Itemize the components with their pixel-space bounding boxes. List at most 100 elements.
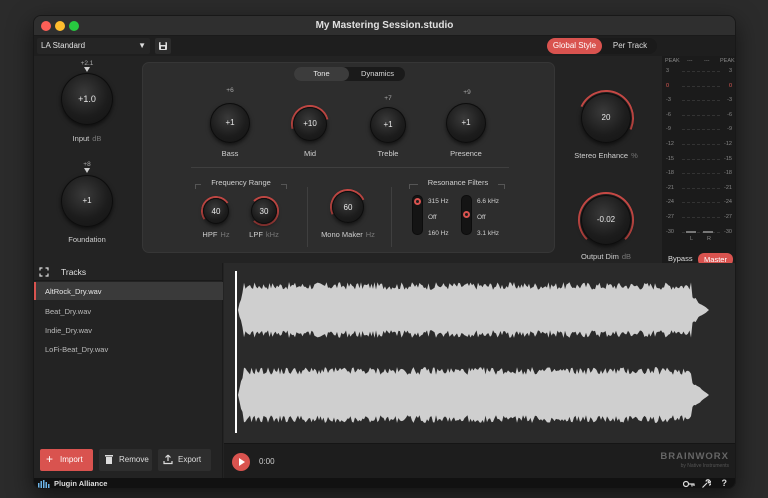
resonance-high-switch[interactable] bbox=[461, 195, 472, 235]
mode-switch: Global Style Per Track bbox=[547, 38, 657, 54]
meter-gridline bbox=[682, 217, 720, 218]
transport-bar: 0:00 BRAINWORX by Native Instruments bbox=[224, 443, 735, 478]
mono-maker-value: 60 bbox=[343, 203, 353, 212]
lpf-unit: kHz bbox=[265, 230, 279, 239]
save-preset-button[interactable] bbox=[155, 38, 171, 54]
meter-scale-right: -27 bbox=[724, 214, 732, 220]
key-icon[interactable] bbox=[683, 480, 695, 488]
tracks-title: Tracks bbox=[61, 267, 87, 277]
export-button[interactable]: Export bbox=[158, 449, 211, 471]
tracks-header: Tracks bbox=[34, 263, 223, 281]
meter-gridline bbox=[682, 129, 720, 131]
meter-scale-right: -9 bbox=[727, 126, 732, 133]
meter-gridline bbox=[682, 85, 720, 87]
presence-label: Presence bbox=[450, 149, 482, 158]
hpf-unit: Hz bbox=[220, 230, 230, 239]
tab-per-track[interactable]: Per Track bbox=[603, 38, 657, 54]
bass-knob[interactable]: +1 bbox=[210, 103, 250, 143]
waveform-display[interactable] bbox=[224, 263, 735, 443]
tab-dynamics[interactable]: Dynamics bbox=[350, 67, 405, 81]
resonance-low-low: 160 Hz bbox=[428, 230, 449, 237]
trash-icon bbox=[105, 455, 113, 464]
mid-knob[interactable]: +10 bbox=[293, 107, 327, 141]
output-dim-knob[interactable]: -0.02 bbox=[581, 195, 631, 245]
resonance-low-switch[interactable] bbox=[412, 195, 423, 235]
meter-gridline bbox=[682, 114, 720, 116]
stereo-enhance-label: Stereo Enhance% bbox=[566, 151, 646, 160]
presence-knob-value: +1 bbox=[461, 118, 471, 127]
output-unit: dB bbox=[621, 252, 632, 261]
meter-right-peak bbox=[703, 231, 713, 233]
expand-icon[interactable] bbox=[39, 267, 49, 277]
meter-scale-left: -3 bbox=[666, 97, 671, 104]
foundation-label: Foundation bbox=[68, 235, 106, 244]
bypass-button[interactable]: Bypass bbox=[668, 254, 693, 263]
hpf-label: HPF Hz bbox=[191, 230, 241, 239]
help-button[interactable]: ? bbox=[722, 478, 728, 488]
meter-scale-left: -12 bbox=[666, 141, 674, 147]
meter-left-channel: L bbox=[690, 236, 694, 242]
title-bar: My Mastering Session.studio bbox=[34, 16, 735, 36]
output-dim-value: -0.02 bbox=[596, 215, 616, 224]
stereo-enhance-value: 20 bbox=[601, 113, 611, 122]
bass-knob-range: +6 bbox=[226, 87, 234, 94]
input-knob[interactable]: +1.0 bbox=[61, 73, 113, 125]
hpf-knob[interactable]: 40 bbox=[203, 198, 229, 224]
meter-right-channel: R bbox=[707, 236, 711, 242]
stereo-unit: % bbox=[631, 151, 638, 160]
resonance-high-high: 6.6 kHz bbox=[477, 198, 500, 205]
import-button[interactable]: + Import bbox=[40, 449, 93, 471]
lpf-knob[interactable]: 30 bbox=[251, 198, 277, 224]
tab-global-style[interactable]: Global Style bbox=[547, 38, 602, 54]
meter-scale-left: -24 bbox=[666, 199, 674, 206]
input-knob-value: +1.0 bbox=[78, 94, 96, 104]
resonance-high-low: 3.1 kHz bbox=[477, 230, 500, 237]
bass-knob-value: +1 bbox=[225, 118, 235, 127]
mono-maker-label: Mono Maker Hz bbox=[313, 230, 383, 239]
playhead[interactable] bbox=[235, 271, 237, 433]
mid-label: Mid bbox=[303, 149, 317, 158]
track-item[interactable]: Indie_Dry.wav bbox=[34, 321, 223, 339]
treble-knob-value: +1 bbox=[383, 120, 393, 129]
presence-knob[interactable]: +1 bbox=[446, 103, 486, 143]
track-item[interactable]: Beat_Dry.wav bbox=[34, 302, 223, 320]
track-item[interactable]: AltRock_Dry.wav bbox=[34, 282, 223, 300]
treble-knob[interactable]: +1 bbox=[370, 107, 406, 143]
play-button[interactable] bbox=[232, 453, 250, 471]
lpf-label-text: LPF bbox=[249, 230, 263, 239]
preset-value: LA Standard bbox=[41, 41, 86, 50]
tab-tone[interactable]: Tone bbox=[294, 67, 349, 81]
mono-maker-knob[interactable]: 60 bbox=[332, 191, 364, 223]
resonance-title: Resonance Filters bbox=[418, 178, 498, 187]
export-label: Export bbox=[178, 455, 202, 464]
track-item[interactable]: LoFi-Beat_Dry.wav bbox=[34, 340, 223, 358]
peak-right-label: PEAK bbox=[720, 58, 735, 64]
waveform-channel bbox=[238, 367, 709, 423]
meter-gridline bbox=[682, 144, 720, 145]
tools-icon[interactable] bbox=[701, 479, 711, 489]
remove-button[interactable]: Remove bbox=[99, 449, 152, 471]
foundation-knob[interactable]: +1 bbox=[61, 175, 113, 227]
meter-scale-right: -30 bbox=[724, 228, 732, 235]
meter-gridline bbox=[682, 202, 720, 204]
foundation-knob-value: +1 bbox=[82, 196, 92, 205]
time-readout: 0:00 bbox=[259, 457, 275, 466]
tracks-panel: Tracks AltRock_Dry.wav Beat_Dry.wav Indi… bbox=[34, 263, 223, 488]
status-bar: Plugin Alliance ? bbox=[34, 478, 735, 489]
lpf-knob-value: 30 bbox=[259, 207, 269, 216]
input-label-text: Input bbox=[72, 134, 90, 143]
level-meters: PEAK --- --- PEAK 3 3 0 0 -3 -3 -6 -6 -9 -9 -12 -12… bbox=[662, 56, 735, 266]
meter-scale-right: -15 bbox=[724, 155, 732, 162]
hpf-label-text: HPF bbox=[202, 230, 218, 239]
meter-gridline bbox=[682, 71, 720, 72]
toolbar: LA Standard ▼ Global Style Per Track bbox=[34, 36, 735, 56]
output-label-text: Output Dim bbox=[580, 252, 619, 261]
peak-left-label: PEAK bbox=[665, 58, 680, 64]
stereo-enhance-knob[interactable]: 20 bbox=[581, 93, 631, 143]
preset-dropdown[interactable]: LA Standard ▼ bbox=[37, 38, 150, 54]
treble-label: Treble bbox=[377, 149, 399, 158]
import-label: Import bbox=[60, 455, 83, 464]
mid-knob-value: +10 bbox=[303, 119, 317, 128]
meter-left-peak bbox=[686, 231, 696, 233]
output-dim-label: Output Dim dB bbox=[566, 252, 646, 261]
